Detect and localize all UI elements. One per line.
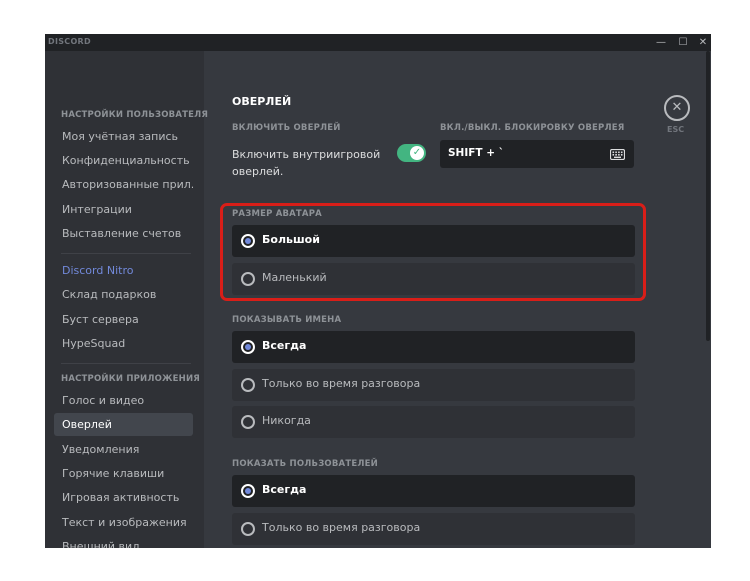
sidebar-item-keybinds[interactable]: Горячие клавиши xyxy=(54,462,193,485)
radio-selected-dot xyxy=(245,344,251,350)
sidebar-item-appearance[interactable]: Внешний вид xyxy=(54,535,193,548)
show-names-label: ПОКАЗЫВАТЬ ИМЕНА xyxy=(232,315,342,325)
radio-selected-dot xyxy=(245,488,251,494)
window-close-button[interactable]: ✕ xyxy=(692,34,711,51)
sidebar-item-privacy[interactable]: Конфиденциальность xyxy=(54,149,193,172)
enable-overlay-label: ВКЛЮЧИТЬ ОВЕРЛЕЙ xyxy=(232,123,341,133)
maximize-button[interactable]: ☐ xyxy=(672,34,694,51)
sidebar-item-gift-inventory[interactable]: Склад подарков xyxy=(54,283,193,306)
lock-overlay-keybind-label: ВКЛ./ВЫКЛ. БЛОКИРОВКУ ОВЕРЛЕЯ xyxy=(440,123,625,133)
content-scrollbar[interactable] xyxy=(706,51,710,341)
sidebar-item-notifications[interactable]: Уведомления xyxy=(54,438,193,461)
option-label: Только во время разговора xyxy=(262,377,421,390)
highlight-box xyxy=(220,203,646,301)
sidebar-item-server-boost[interactable]: Буст сервера xyxy=(54,308,193,331)
radio-button[interactable] xyxy=(241,522,255,536)
close-settings-button[interactable]: ✕ xyxy=(664,95,690,121)
sidebar-item-billing[interactable]: Выставление счетов xyxy=(54,222,193,245)
sidebar-item-authorized-apps[interactable]: Авторизованные прил... xyxy=(54,173,193,196)
app-name: DISCORD xyxy=(48,37,91,46)
enable-overlay-text: Включить внутриигровой оверлей. xyxy=(232,148,381,178)
sidebar-item-text-images[interactable]: Текст и изображения xyxy=(54,511,193,534)
sidebar-item-game-activity[interactable]: Игровая активность xyxy=(54,486,193,509)
discord-window: DISCORD — ☐ ✕ НАСТРОЙКИ ПОЛЬЗОВАТЕЛЯ Моя… xyxy=(45,34,711,548)
settings-sidebar: НАСТРОЙКИ ПОЛЬЗОВАТЕЛЯ Моя учётная запис… xyxy=(45,51,208,548)
sidebar-item-discord-nitro[interactable]: Discord Nitro xyxy=(54,259,193,282)
radio-button[interactable] xyxy=(241,484,255,498)
lock-overlay-keybind-field[interactable]: SHIFT + ` xyxy=(440,140,634,168)
title-bar: DISCORD — ☐ ✕ xyxy=(45,34,711,51)
sidebar-item-integrations[interactable]: Интеграции xyxy=(54,198,193,221)
sidebar-divider xyxy=(61,363,191,364)
radio-button[interactable] xyxy=(241,415,255,429)
page-title: ОВЕРЛЕЙ xyxy=(232,95,292,108)
option-label: Только во время разговора xyxy=(262,521,421,534)
option-label: Всегда xyxy=(262,339,307,352)
app-settings-header: НАСТРОЙКИ ПРИЛОЖЕНИЯ xyxy=(61,374,201,384)
option-label: Всегда xyxy=(262,483,307,496)
radio-button[interactable] xyxy=(241,378,255,392)
show-names-option-never[interactable]: Никогда xyxy=(232,406,635,438)
show-users-label: ПОКАЗАТЬ ПОЛЬЗОВАТЕЛЕЙ xyxy=(232,459,378,469)
radio-button[interactable] xyxy=(241,340,255,354)
option-label: Никогда xyxy=(262,414,311,427)
keybind-value: SHIFT + ` xyxy=(448,147,504,159)
check-icon: ✓ xyxy=(410,146,424,160)
keyboard-icon[interactable] xyxy=(610,149,625,160)
sidebar-item-my-account[interactable]: Моя учётная запись xyxy=(54,125,193,148)
sidebar-item-hypesquad[interactable]: HypeSquad xyxy=(54,332,193,355)
sidebar-item-voice-video[interactable]: Голос и видео xyxy=(54,389,193,412)
show-users-option-always[interactable]: Всегда xyxy=(232,475,635,507)
show-names-option-always[interactable]: Всегда xyxy=(232,331,635,363)
sidebar-divider xyxy=(61,253,191,254)
minimize-button[interactable]: — xyxy=(650,34,672,51)
sidebar-item-overlay[interactable]: Оверлей xyxy=(54,413,193,436)
close-icon: ✕ xyxy=(671,100,683,115)
esc-label: ESC xyxy=(667,125,685,134)
enable-overlay-toggle[interactable]: ✓ xyxy=(397,144,426,162)
show-users-option-while-speaking[interactable]: Только во время разговора xyxy=(232,513,635,545)
show-names-option-while-speaking[interactable]: Только во время разговора xyxy=(232,369,635,401)
user-settings-header: НАСТРОЙКИ ПОЛЬЗОВАТЕЛЯ xyxy=(61,110,209,120)
